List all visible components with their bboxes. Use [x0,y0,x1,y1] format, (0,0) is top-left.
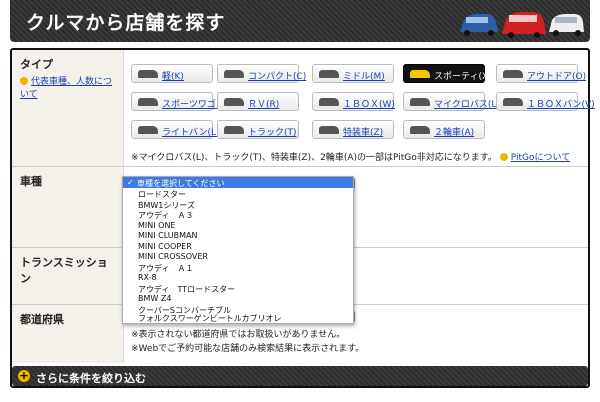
dropdown-option[interactable]: ロードスター [138,189,186,200]
dropdown-option[interactable]: MINI CLUBMAN [138,231,198,240]
middle-car-icon [319,70,339,78]
sports-wagon-car-icon [138,98,158,106]
type-label: タイプ [20,58,53,71]
info-bullet-icon [20,77,28,85]
pitgo-link[interactable]: PitGoについて [511,153,570,163]
dropdown-option[interactable]: アウディ Ａ３ [138,210,193,221]
1box-car-icon [319,98,339,106]
more-filters-bar[interactable]: + さらに条件を絞り込む [12,366,588,386]
pitgo-bullet-icon [499,153,508,161]
dropdown-option[interactable]: BMW1シリーズ [138,200,195,211]
compact-car-icon [224,70,244,78]
dropdown-option[interactable]: MINI COOPER [138,242,192,251]
prefecture-note-1: ※表示されない都道府県ではお取扱いがありません。 [131,330,346,340]
model-label-cell: 車種 [12,167,124,247]
transmission-label-cell: トランスミッション [12,248,124,304]
white-car-icon [549,14,584,36]
checkmark-icon: ✓ [127,178,134,187]
outdoor-car-icon [503,70,523,78]
type-footnote: ※マイクロバス(L)、トラック(T)、特装車(Z)、2輪車(A)の一部はPitG… [131,150,570,163]
page-title: クルマから店舗を探す [26,12,226,34]
dropdown-option[interactable]: BMW Z4 [138,294,171,303]
dropdown-option[interactable]: RX-8 [138,273,157,282]
type-button-sports-wagon[interactable]: スポーツワゴン(S) [131,92,238,111]
plus-icon: + [18,369,30,382]
motorcycle-icon [410,126,430,134]
type-button-special[interactable]: 特装車(Z) [312,120,394,139]
type-label-cell: タイプ 代表車種、人数について [12,50,124,166]
kei-car-icon [138,70,158,78]
transmission-label: トランスミッション [20,256,108,285]
rv-car-icon [224,98,244,106]
type-button-compact[interactable]: コンパクト(C) [217,64,306,83]
dropdown-option[interactable]: MINI CROSSOVER [138,252,208,261]
prefecture-note-2: ※Webでご予約可能な店舗のみ検索結果に表示されます。 [131,344,365,354]
dropdown-option-selected[interactable]: ✓ 車種を選択してください [123,177,353,188]
type-note-text: 代表車種、人数について [20,77,113,100]
microbus-car-icon [410,98,430,106]
dropdown-option[interactable]: アウディ TTロードスター [138,284,235,295]
dropdown-option-label: 車種を選択してください [137,179,225,188]
type-button-outdoor[interactable]: アウトドア(O) [496,64,586,83]
type-button-motorcycle[interactable]: ２輪車(A) [403,120,485,139]
type-row: タイプ 代表車種、人数について 軽(K) コンパクト(C) ミドル(M) スポー… [12,50,595,167]
prefecture-label-cell: 都道府県 [12,305,124,363]
blue-car-icon [460,14,498,36]
dropdown-option[interactable]: アウディ Ａ１ [138,263,193,274]
type-button-truck[interactable]: トラック(T) [217,120,299,139]
type-note-link[interactable]: 代表車種、人数について [20,76,115,102]
type-button-light-van[interactable]: ライトバン(L) [131,120,220,139]
type-button-microbus[interactable]: マイクロバス(L) [403,92,500,111]
page-header: クルマから店舗を探す [10,0,590,42]
1box-van-car-icon [503,98,523,106]
truck-icon [224,126,244,134]
type-button-middle[interactable]: ミドル(M) [312,64,394,83]
type-button-1box-van[interactable]: １ＢＯＸバン(V) [496,92,595,111]
model-dropdown-list: ✓ 車種を選択してください ロードスター BMW1シリーズ アウディ Ａ３ MI… [122,176,354,324]
type-button-rv[interactable]: ＲＶ(R) [217,92,299,111]
dropdown-option[interactable]: フォルクスワーゲンビートルカブリオレ [138,313,282,324]
sporty-car-icon [410,70,430,78]
dropdown-option[interactable]: MINI ONE [138,221,175,230]
model-label: 車種 [20,175,42,188]
light-van-car-icon [138,126,158,134]
prefecture-label: 都道府県 [20,313,64,326]
more-filters-label: さらに条件を絞り込む [36,372,146,385]
type-button-sporty[interactable]: スポーティ(X) [403,64,492,83]
type-button-kei[interactable]: 軽(K) [131,64,213,83]
type-footnote-text: ※マイクロバス(L)、トラック(T)、特装車(Z)、2輪車(A)の一部はPitG… [131,153,497,163]
special-vehicle-icon [319,126,339,134]
type-button-1box[interactable]: １ＢＯＸ(W) [312,92,395,111]
red-car-icon [502,12,546,38]
header-cars-illustration [460,12,584,38]
